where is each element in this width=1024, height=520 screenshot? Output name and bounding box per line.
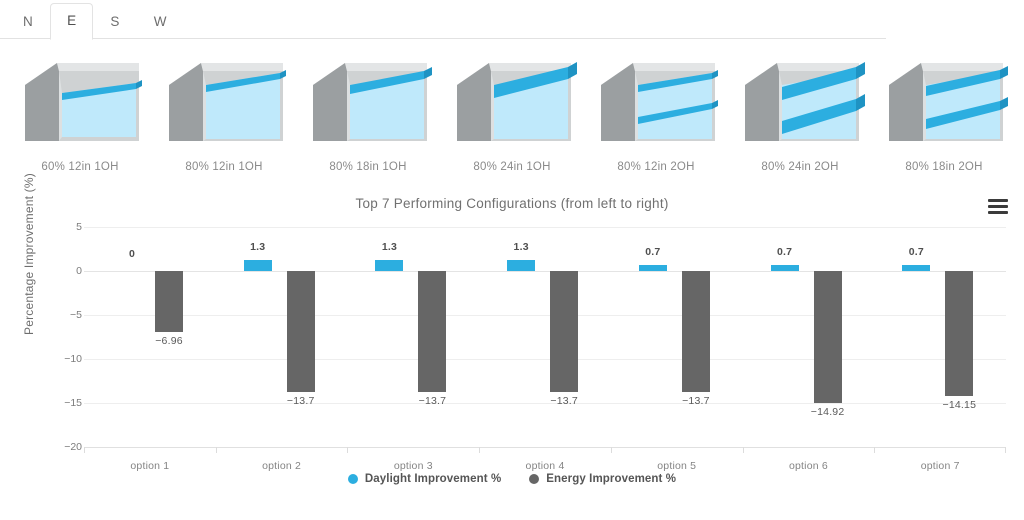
config-item-6[interactable]: 80% 24in 2OH xyxy=(728,45,872,191)
y-tick-1: 0 xyxy=(76,265,82,277)
energy-bar-1[interactable] xyxy=(155,271,183,332)
chart-plot-area: Percentage Improvement (%) 5 0 −5 −10 −1… xyxy=(0,173,1024,472)
energy-bar-7[interactable] xyxy=(945,271,974,396)
chart-title: Top 7 Performing Configurations (from le… xyxy=(355,196,669,211)
bar-group-option-1: 0 −6.96 xyxy=(84,217,216,447)
config-label-3: 80% 18in 1OH xyxy=(329,161,407,173)
config-label-2: 80% 12in 1OH xyxy=(185,161,263,173)
menu-bar-2 xyxy=(988,205,1008,208)
y-axis-ticks: 5 0 −5 −10 −15 −20 xyxy=(32,217,82,467)
energy-bar-2[interactable] xyxy=(286,271,315,392)
config-item-2[interactable]: 80% 12in 1OH xyxy=(152,45,296,191)
orientation-tabs: N E S W xyxy=(6,2,184,40)
y-tick-0: 5 xyxy=(76,221,82,233)
daylight-bar-6[interactable] xyxy=(770,265,799,271)
energy-bar-6[interactable] xyxy=(813,271,842,403)
config-illustration-80-18in-1oh xyxy=(303,45,433,153)
tab-w[interactable]: W xyxy=(137,4,184,40)
bar-group-option-6: 0.7 −14.92 xyxy=(743,217,875,447)
legend-label-daylight: Daylight Improvement % xyxy=(364,473,502,485)
energy-label-5: −13.7 xyxy=(682,395,710,407)
config-label-6: 80% 24in 2OH xyxy=(761,161,839,173)
daylight-label-4: 1.3 xyxy=(513,241,529,253)
config-item-4[interactable]: 80% 24in 1OH xyxy=(440,45,584,191)
tab-s[interactable]: S xyxy=(93,4,136,40)
energy-label-4: −13.7 xyxy=(550,395,578,407)
config-illustration-80-12in-2oh xyxy=(591,45,721,153)
orientation-tabbar: N E S W xyxy=(0,0,1024,40)
daylight-label-3: 1.3 xyxy=(381,241,398,253)
bar-group-option-4: 1.3 −13.7 xyxy=(479,217,611,447)
tab-e[interactable]: E xyxy=(50,3,94,40)
bar-group-option-5: 0.7 −13.7 xyxy=(611,217,743,447)
performance-chart: Top 7 Performing Configurations (from le… xyxy=(0,173,1024,509)
legend-item-energy[interactable]: Energy Improvement % xyxy=(529,473,676,485)
config-item-7[interactable]: 80% 18in 2OH xyxy=(872,45,1016,191)
legend-dot-daylight-icon xyxy=(347,474,358,484)
y-tick-2: −5 xyxy=(70,309,82,321)
energy-label-6: −14.92 xyxy=(810,406,845,418)
config-illustration-80-24in-2oh xyxy=(735,45,865,153)
legend-item-daylight[interactable]: Daylight Improvement % xyxy=(347,473,502,485)
energy-bar-4[interactable] xyxy=(550,271,579,392)
energy-label-7: −14.15 xyxy=(942,399,977,411)
config-item-5[interactable]: 80% 12in 2OH xyxy=(584,45,728,191)
config-item-3[interactable]: 80% 18in 1OH xyxy=(296,45,440,191)
daylight-bar-2[interactable] xyxy=(243,260,272,271)
daylight-label-5: 0.7 xyxy=(645,246,661,258)
legend-label-energy: Energy Improvement % xyxy=(546,473,677,485)
bar-group-option-7: 0.7 −14.15 xyxy=(874,217,1006,447)
y-tick-4: −15 xyxy=(64,397,82,409)
energy-label-2: −13.7 xyxy=(286,395,315,407)
config-illustration-80-24in-1oh xyxy=(447,45,577,153)
config-item-1[interactable]: 60% 12in 1OH xyxy=(8,45,152,191)
config-label-1: 60% 12in 1OH xyxy=(41,161,119,173)
energy-label-1: −6.96 xyxy=(155,335,183,347)
config-illustration-60-12in-1oh xyxy=(15,45,145,153)
tab-n[interactable]: N xyxy=(6,4,50,40)
y-tick-3: −10 xyxy=(64,353,82,365)
config-illustration-80-12in-1oh xyxy=(159,45,289,153)
energy-bar-3[interactable] xyxy=(418,271,447,392)
bar-group-option-2: 1.3 −13.7 xyxy=(216,217,348,447)
daylight-label-2: 1.3 xyxy=(250,241,266,253)
daylight-label-6: 0.7 xyxy=(776,246,793,258)
daylight-bar-3[interactable] xyxy=(375,260,404,271)
config-label-7: 80% 18in 2OH xyxy=(905,161,983,173)
hamburger-menu-icon[interactable] xyxy=(988,198,1008,215)
menu-bar-3 xyxy=(988,211,1008,214)
legend-dot-energy-icon xyxy=(529,474,540,484)
daylight-label-1: 0 xyxy=(128,248,136,260)
daylight-bar-7[interactable] xyxy=(902,265,931,271)
daylight-bar-4[interactable] xyxy=(507,260,536,271)
daylight-bar-5[interactable] xyxy=(638,265,667,271)
menu-bar-1 xyxy=(988,199,1008,202)
config-label-5: 80% 12in 2OH xyxy=(617,161,695,173)
daylight-label-7: 0.7 xyxy=(908,246,924,258)
chart-series-layer: 0 −6.96 1.3 −13.7 1.3 −13.7 1.3 −13.7 0.… xyxy=(84,217,1006,447)
config-illustration-80-18in-2oh xyxy=(879,45,1009,153)
energy-label-3: −13.7 xyxy=(418,395,447,407)
configuration-thumbnails: 60% 12in 1OH 80% 12in 1OH 80% 18in 1OH 8… xyxy=(0,39,1024,191)
bar-group-option-3: 1.3 −13.7 xyxy=(347,217,479,447)
config-label-4: 80% 24in 1OH xyxy=(473,161,551,173)
y-tick-5: −20 xyxy=(64,441,82,453)
energy-bar-5[interactable] xyxy=(681,271,710,392)
chart-legend: Daylight Improvement % Energy Improvemen… xyxy=(0,473,1024,485)
